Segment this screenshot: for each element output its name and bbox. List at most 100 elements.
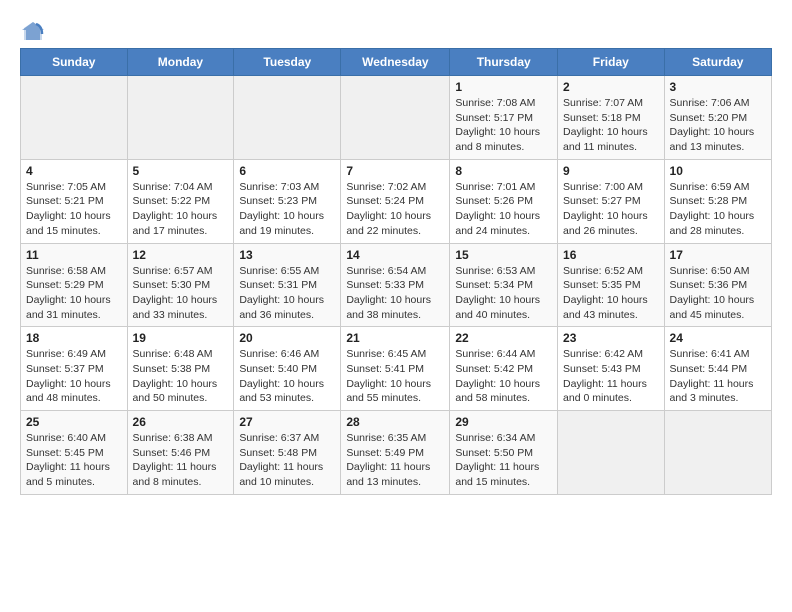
day-info: Sunrise: 6:52 AM Sunset: 5:35 PM Dayligh… (563, 264, 659, 323)
calendar-cell: 11 Sunrise: 6:58 AM Sunset: 5:29 PM Dayli… (21, 243, 128, 327)
day-info: Sunrise: 6:50 AM Sunset: 5:36 PM Dayligh… (670, 264, 766, 323)
calendar-week-row: 4 Sunrise: 7:05 AM Sunset: 5:21 PM Daylig… (21, 159, 772, 243)
calendar-cell: 16 Sunrise: 6:52 AM Sunset: 5:35 PM Dayli… (558, 243, 665, 327)
day-number: 5 (133, 164, 229, 178)
day-info: Sunrise: 6:38 AM Sunset: 5:46 PM Dayligh… (133, 431, 229, 490)
day-number: 4 (26, 164, 122, 178)
calendar-cell: 15 Sunrise: 6:53 AM Sunset: 5:34 PM Dayli… (450, 243, 558, 327)
day-number: 7 (346, 164, 444, 178)
calendar-cell: 18 Sunrise: 6:49 AM Sunset: 5:37 PM Dayli… (21, 327, 128, 411)
calendar-cell (21, 76, 128, 160)
calendar-cell (558, 411, 665, 495)
day-number: 15 (455, 248, 552, 262)
logo-icon (22, 20, 44, 42)
calendar-cell: 1 Sunrise: 7:08 AM Sunset: 5:17 PM Daylig… (450, 76, 558, 160)
calendar-cell: 24Sunrise: 6:41 AM Sunset: 5:44 PM Dayli… (664, 327, 771, 411)
day-info: Sunrise: 6:54 AM Sunset: 5:33 PM Dayligh… (346, 264, 444, 323)
day-info: Sunrise: 6:40 AM Sunset: 5:45 PM Dayligh… (26, 431, 122, 490)
day-number: 10 (670, 164, 766, 178)
weekday-header-wednesday: Wednesday (341, 49, 450, 76)
day-number: 23 (563, 331, 659, 345)
day-info: Sunrise: 6:46 AM Sunset: 5:40 PM Dayligh… (239, 347, 335, 406)
calendar-cell (341, 76, 450, 160)
calendar-cell: 3 Sunrise: 7:06 AM Sunset: 5:20 PM Daylig… (664, 76, 771, 160)
day-number: 13 (239, 248, 335, 262)
day-info: Sunrise: 6:59 AM Sunset: 5:28 PM Dayligh… (670, 180, 766, 239)
day-number: 28 (346, 415, 444, 429)
day-info: Sunrise: 6:42 AM Sunset: 5:43 PM Dayligh… (563, 347, 659, 406)
day-number: 9 (563, 164, 659, 178)
calendar-week-row: 25 Sunrise: 6:40 AM Sunset: 5:45 PM Dayli… (21, 411, 772, 495)
day-info: Sunrise: 7:06 AM Sunset: 5:20 PM Dayligh… (670, 96, 766, 155)
day-number: 16 (563, 248, 659, 262)
day-number: 27 (239, 415, 335, 429)
day-number: 17 (670, 248, 766, 262)
day-number: 12 (133, 248, 229, 262)
day-number: 2 (563, 80, 659, 94)
day-number: 1 (455, 80, 552, 94)
day-number: 6 (239, 164, 335, 178)
day-number: 19 (133, 331, 229, 345)
day-info: Sunrise: 7:08 AM Sunset: 5:17 PM Dayligh… (455, 96, 552, 155)
day-info: Sunrise: 7:05 AM Sunset: 5:21 PM Dayligh… (26, 180, 122, 239)
day-info: Sunrise: 6:37 AM Sunset: 5:48 PM Dayligh… (239, 431, 335, 490)
page-header (20, 16, 772, 42)
day-info: Sunrise: 7:00 AM Sunset: 5:27 PM Dayligh… (563, 180, 659, 239)
day-number: 14 (346, 248, 444, 262)
day-number: 26 (133, 415, 229, 429)
calendar-cell: 7Sunrise: 7:02 AM Sunset: 5:24 PM Daylig… (341, 159, 450, 243)
weekday-header-tuesday: Tuesday (234, 49, 341, 76)
calendar-week-row: 1 Sunrise: 7:08 AM Sunset: 5:17 PM Daylig… (21, 76, 772, 160)
weekday-header-friday: Friday (558, 49, 665, 76)
calendar-cell: 29 Sunrise: 6:34 AM Sunset: 5:50 PM Dayli… (450, 411, 558, 495)
day-info: Sunrise: 6:58 AM Sunset: 5:29 PM Dayligh… (26, 264, 122, 323)
day-number: 18 (26, 331, 122, 345)
calendar-week-row: 18 Sunrise: 6:49 AM Sunset: 5:37 PM Dayli… (21, 327, 772, 411)
calendar-cell: 6 Sunrise: 7:03 AM Sunset: 5:23 PM Daylig… (234, 159, 341, 243)
calendar-cell: 25 Sunrise: 6:40 AM Sunset: 5:45 PM Dayli… (21, 411, 128, 495)
calendar-cell: 8 Sunrise: 7:01 AM Sunset: 5:26 PM Daylig… (450, 159, 558, 243)
weekday-header-row: SundayMondayTuesdayWednesdayThursdayFrid… (21, 49, 772, 76)
day-info: Sunrise: 6:34 AM Sunset: 5:50 PM Dayligh… (455, 431, 552, 490)
day-info: Sunrise: 6:44 AM Sunset: 5:42 PM Dayligh… (455, 347, 552, 406)
day-info: Sunrise: 6:55 AM Sunset: 5:31 PM Dayligh… (239, 264, 335, 323)
calendar-table: SundayMondayTuesdayWednesdayThursdayFrid… (20, 48, 772, 495)
calendar-cell: 9 Sunrise: 7:00 AM Sunset: 5:27 PM Daylig… (558, 159, 665, 243)
weekday-header-monday: Monday (127, 49, 234, 76)
weekday-header-thursday: Thursday (450, 49, 558, 76)
calendar-cell: 19Sunrise: 6:48 AM Sunset: 5:38 PM Dayli… (127, 327, 234, 411)
day-number: 25 (26, 415, 122, 429)
calendar-cell: 13 Sunrise: 6:55 AM Sunset: 5:31 PM Dayli… (234, 243, 341, 327)
weekday-header-saturday: Saturday (664, 49, 771, 76)
weekday-header-sunday: Sunday (21, 49, 128, 76)
calendar-cell: 23 Sunrise: 6:42 AM Sunset: 5:43 PM Dayli… (558, 327, 665, 411)
day-info: Sunrise: 7:04 AM Sunset: 5:22 PM Dayligh… (133, 180, 229, 239)
calendar-cell (127, 76, 234, 160)
day-number: 20 (239, 331, 335, 345)
calendar-cell: 26 Sunrise: 6:38 AM Sunset: 5:46 PM Dayli… (127, 411, 234, 495)
day-info: Sunrise: 6:49 AM Sunset: 5:37 PM Dayligh… (26, 347, 122, 406)
calendar-cell: 17 Sunrise: 6:50 AM Sunset: 5:36 PM Dayli… (664, 243, 771, 327)
calendar-cell: 10 Sunrise: 6:59 AM Sunset: 5:28 PM Dayli… (664, 159, 771, 243)
day-info: Sunrise: 6:35 AM Sunset: 5:49 PM Dayligh… (346, 431, 444, 490)
calendar-cell: 12 Sunrise: 6:57 AM Sunset: 5:30 PM Dayli… (127, 243, 234, 327)
calendar-cell: 27 Sunrise: 6:37 AM Sunset: 5:48 PM Dayli… (234, 411, 341, 495)
calendar-cell (664, 411, 771, 495)
calendar-cell: 2Sunrise: 7:07 AM Sunset: 5:18 PM Daylig… (558, 76, 665, 160)
day-info: Sunrise: 7:03 AM Sunset: 5:23 PM Dayligh… (239, 180, 335, 239)
day-number: 11 (26, 248, 122, 262)
day-number: 21 (346, 331, 444, 345)
calendar-cell: 21Sunrise: 6:45 AM Sunset: 5:41 PM Dayli… (341, 327, 450, 411)
calendar-cell: 4 Sunrise: 7:05 AM Sunset: 5:21 PM Daylig… (21, 159, 128, 243)
day-number: 3 (670, 80, 766, 94)
calendar-cell: 28 Sunrise: 6:35 AM Sunset: 5:49 PM Dayli… (341, 411, 450, 495)
day-info: Sunrise: 6:57 AM Sunset: 5:30 PM Dayligh… (133, 264, 229, 323)
logo (20, 20, 44, 42)
calendar-cell: 5 Sunrise: 7:04 AM Sunset: 5:22 PM Daylig… (127, 159, 234, 243)
day-number: 29 (455, 415, 552, 429)
calendar-week-row: 11 Sunrise: 6:58 AM Sunset: 5:29 PM Dayli… (21, 243, 772, 327)
day-info: Sunrise: 7:01 AM Sunset: 5:26 PM Dayligh… (455, 180, 552, 239)
day-info: Sunrise: 6:53 AM Sunset: 5:34 PM Dayligh… (455, 264, 552, 323)
day-number: 8 (455, 164, 552, 178)
day-number: 24 (670, 331, 766, 345)
